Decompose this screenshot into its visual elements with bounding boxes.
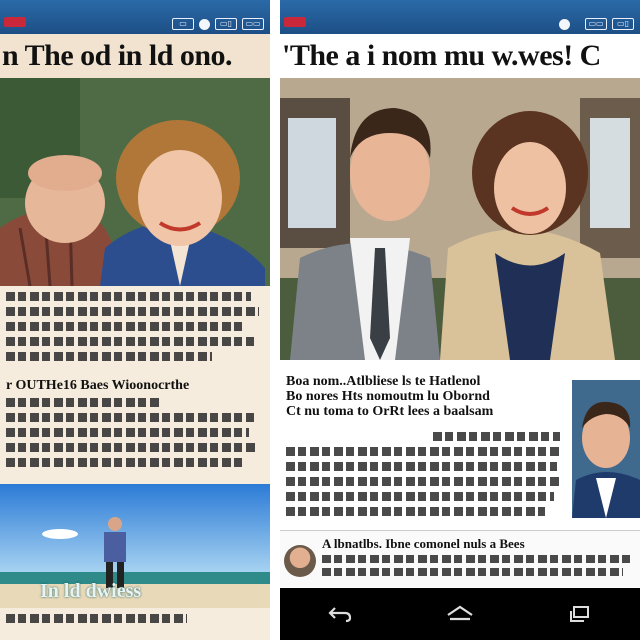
status-bar: ▭ ▭▯ ▭▭ <box>0 0 270 34</box>
photo-caption: In ld dwiess <box>40 580 142 602</box>
home-button[interactable] <box>440 599 480 629</box>
subhead-line-3: Ct nu toma to OrRt lees a baalsam <box>286 404 494 419</box>
comment-row[interactable]: A lbnatlbs. Ibne comonel nuls a Bees <box>280 530 640 587</box>
recent-apps-icon <box>570 606 589 622</box>
back-button[interactable] <box>320 599 360 629</box>
right-phone-screen: ▭▭ ▭▯ 'The a i nom mu w.wes! C Boa nom..… <box>280 0 640 640</box>
couple-photo-illustration <box>280 78 640 360</box>
article-body-2 <box>6 398 264 473</box>
article-photo[interactable] <box>0 78 270 286</box>
recent-apps-button[interactable] <box>560 599 600 629</box>
sync-icon <box>199 18 210 30</box>
couple-photo-illustration <box>0 78 270 286</box>
screen-divider <box>270 0 280 640</box>
back-arrow-icon <box>328 607 352 623</box>
article-subhead[interactable]: r OUTHe16 Baes Wioonocrthe <box>6 378 264 393</box>
article-photo[interactable] <box>280 78 640 360</box>
author-photo[interactable] <box>572 380 640 518</box>
wifi-icon: ▭▭ <box>585 18 607 30</box>
signal-icon: ▭ <box>172 18 194 30</box>
battery-icon: ▭▯ <box>612 18 634 30</box>
wifi-icon: ▭▯ <box>215 18 237 30</box>
notification-icon <box>284 17 306 27</box>
article-body-3 <box>6 614 264 629</box>
system-navigation-bar <box>280 588 640 640</box>
battery-icon: ▭▭ <box>242 18 264 30</box>
left-phone-screen: ▭ ▭▯ ▭▭ n The od in ld ono. r OUTHe16 Ba… <box>0 0 270 640</box>
home-icon <box>447 605 473 621</box>
article-body <box>6 292 264 367</box>
subhead-line-2: Bo nores Hts nomoutm lu Obornd <box>286 389 490 404</box>
sync-icon <box>559 18 570 30</box>
article-headline[interactable]: 'The a i nom mu w.wes! C <box>280 34 640 78</box>
article-body <box>286 432 568 522</box>
beach-photo[interactable]: In ld dwiess <box>0 484 270 608</box>
comment-text: A lbnatlbs. Ibne comonel nuls a Bees <box>322 537 525 551</box>
subhead-text: r OUTHe16 Baes Wioonocrthe <box>6 378 190 393</box>
status-bar: ▭▭ ▭▯ <box>280 0 640 34</box>
notification-icon <box>4 17 26 27</box>
subhead-line-1: Boa nom..Atlbliese ls te Hatlenol <box>286 374 481 389</box>
commenter-avatar <box>284 545 316 577</box>
article-subhead[interactable]: Boa nom..Atlbliese ls te Hatlenol Bo nor… <box>286 374 568 419</box>
article-headline[interactable]: n The od in ld ono. <box>0 34 270 78</box>
comment-body <box>322 555 636 581</box>
author-portrait <box>572 380 640 518</box>
